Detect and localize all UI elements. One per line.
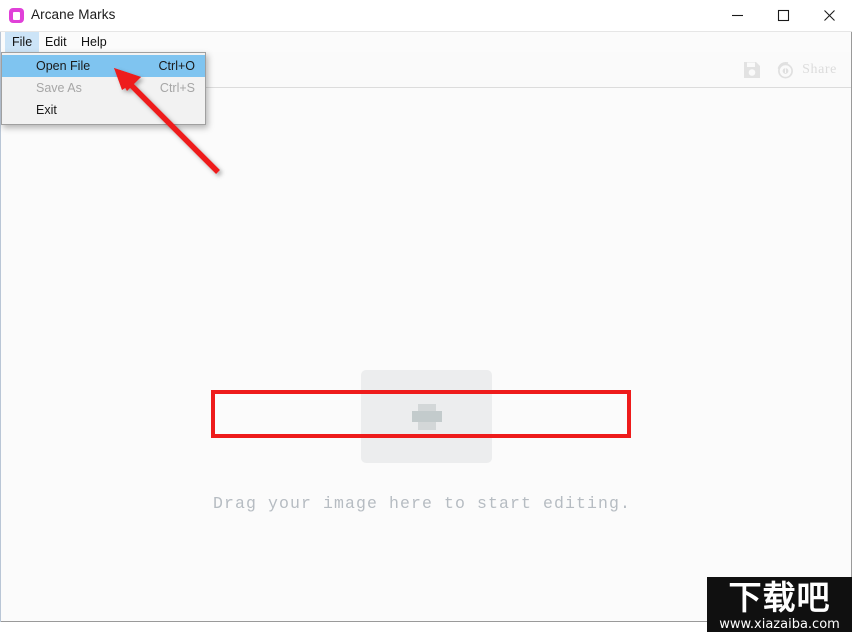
menubar-item-help[interactable]: Help <box>74 32 114 52</box>
menu-item-open-file-shortcut: Ctrl+O <box>158 59 195 73</box>
share-button[interactable]: Share <box>771 53 849 87</box>
placeholder-icon-bottom <box>417 421 436 430</box>
drop-hint-region[interactable]: Drag your image here to start editing. <box>212 481 632 525</box>
share-label: Share <box>802 62 837 77</box>
close-icon <box>823 10 835 21</box>
minimize-icon <box>731 14 743 17</box>
menu-item-save-as: Save As Ctrl+S <box>2 77 205 99</box>
menu-item-exit-label: Exit <box>36 103 57 117</box>
menu-item-save-as-shortcut: Ctrl+S <box>159 81 195 95</box>
minimize-button[interactable] <box>714 0 760 31</box>
watermark-url: www.xiazaiba.com <box>707 617 852 632</box>
title-bar: Arcane Marks <box>0 0 852 32</box>
window-title: Arcane Marks <box>31 7 116 22</box>
application-window: Arcane Marks File Edit Help Share Drag y… <box>0 0 852 622</box>
image-placeholder-panel <box>361 370 492 463</box>
menu-bar: File Edit Help <box>1 32 851 52</box>
menu-item-open-file-label: Open File <box>36 59 91 73</box>
drop-hint-text: Drag your image here to start editing. <box>212 493 632 513</box>
toolbar-actions: Share <box>733 52 849 88</box>
maximize-button[interactable] <box>760 0 806 31</box>
watermark-logo-text: 下载吧 <box>707 577 852 619</box>
canvas-area[interactable]: Drag your image here to start editing. <box>1 89 851 621</box>
placeholder-icon-top <box>417 403 436 411</box>
app-logo-inner-glyph <box>13 11 20 20</box>
menu-item-save-as-label: Save As <box>36 81 82 95</box>
placeholder-icon-middle <box>411 410 442 422</box>
file-dropdown-menu: Open File Ctrl+O Save As Ctrl+S Exit <box>1 52 206 125</box>
share-circle-icon <box>777 61 794 79</box>
save-floppy-icon <box>744 62 761 78</box>
menu-item-open-file[interactable]: Open File Ctrl+O <box>2 55 205 77</box>
menu-item-exit[interactable]: Exit <box>2 99 205 121</box>
menubar-item-file[interactable]: File <box>5 32 40 52</box>
maximize-icon <box>777 9 789 22</box>
close-button[interactable] <box>806 0 852 31</box>
app-logo-icon <box>9 8 24 23</box>
image-placeholder-icon <box>411 403 442 430</box>
watermark: 下载吧 www.xiazaiba.com <box>707 577 852 632</box>
menubar-item-edit[interactable]: Edit <box>38 32 74 52</box>
save-button[interactable] <box>733 53 771 87</box>
